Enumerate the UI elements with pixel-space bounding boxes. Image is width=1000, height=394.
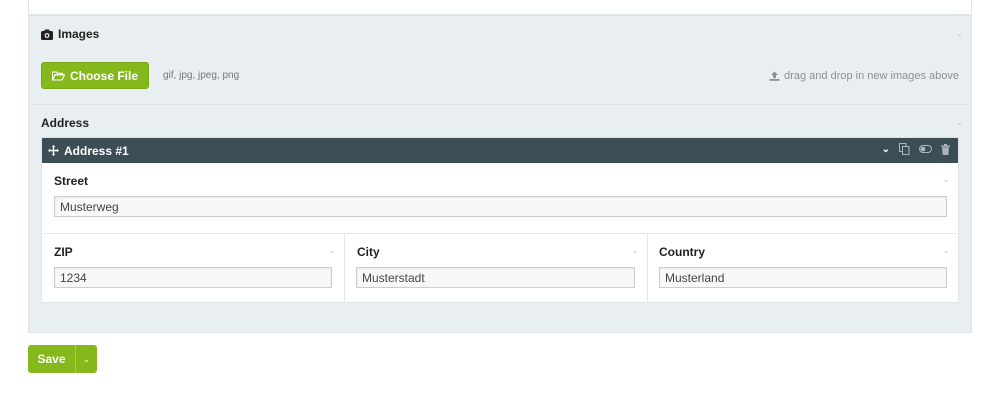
images-section-title: Images (58, 27, 100, 41)
move-icon[interactable] (48, 145, 59, 156)
choose-file-label: Choose File (69, 68, 138, 83)
country-collapse-chevron-icon[interactable]: ⌄ (942, 245, 950, 256)
upload-icon (769, 71, 780, 81)
zip-collapse-chevron-icon[interactable]: ⌄ (328, 245, 336, 256)
country-field: Country ⌄ (648, 234, 958, 304)
country-label: Country (659, 245, 705, 259)
collapse-item-chevron-icon[interactable]: ⌄ (882, 144, 890, 155)
previous-field-bottom (28, 0, 972, 15)
city-collapse-chevron-icon[interactable]: ⌄ (631, 245, 639, 256)
camera-icon (41, 29, 53, 40)
street-field: Street ⌄ (42, 163, 958, 233)
choose-file-button[interactable]: Choose File (41, 62, 149, 89)
street-input[interactable] (54, 196, 947, 217)
save-options-chevron-icon[interactable]: ⌄ (76, 345, 97, 373)
address-item-bar[interactable]: Address #1 ⌄ (42, 138, 958, 163)
images-collapse-chevron-icon[interactable]: ⌄ (955, 28, 963, 39)
city-input[interactable] (356, 267, 635, 288)
zip-label: ZIP (54, 245, 73, 259)
country-input[interactable] (659, 267, 947, 288)
address-item-title: Address #1 (64, 143, 129, 158)
address-section-header: Address (41, 116, 89, 130)
city-field: City ⌄ (345, 234, 647, 304)
content-panel: Images ⌄ Choose File gif, jpg, jpeg, png… (28, 15, 972, 333)
trash-icon[interactable] (941, 143, 950, 155)
allowed-file-types: gif, jpg, jpeg, png (163, 70, 240, 81)
duplicate-icon[interactable] (899, 143, 910, 155)
save-button[interactable]: Save (28, 345, 76, 373)
address-section-title: Address (41, 116, 90, 130)
address-collapse-chevron-icon[interactable]: ⌄ (955, 117, 963, 128)
section-divider (29, 104, 971, 105)
toggle-icon[interactable] (919, 145, 932, 153)
images-section-header: Images (41, 27, 99, 41)
drop-hint-text: drag and drop in new images above (784, 70, 959, 82)
save-button-group: Save ⌄ (28, 345, 97, 373)
city-label: City (357, 245, 380, 259)
address-item-card: Address #1 ⌄ Street ⌄ Musterweg ZIP ⌄ 12… (41, 137, 959, 303)
address-item-actions: ⌄ (882, 143, 950, 155)
zip-field: ZIP ⌄ (42, 234, 344, 304)
street-label: Street (54, 174, 89, 188)
zip-input[interactable] (54, 267, 332, 288)
folder-open-icon (51, 70, 65, 81)
drop-hint: drag and drop in new images above (769, 70, 959, 82)
street-collapse-chevron-icon[interactable]: ⌄ (942, 174, 950, 185)
